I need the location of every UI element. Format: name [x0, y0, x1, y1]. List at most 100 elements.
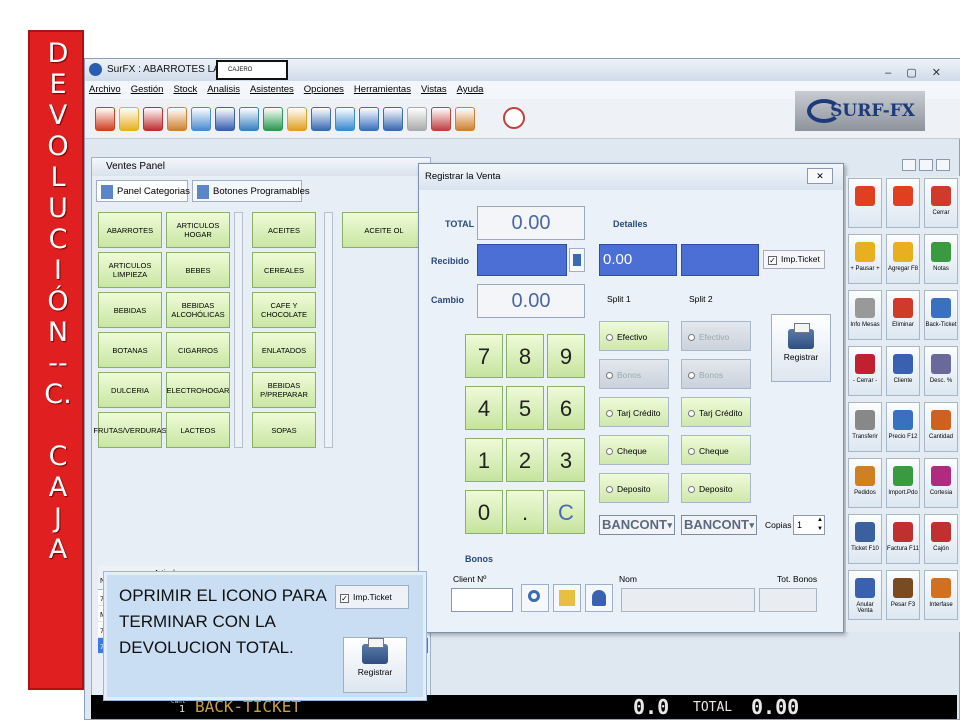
panel-button-close[interactable]: Cerrar — [924, 178, 958, 228]
panel-button-target[interactable]: - Cerrar - — [848, 346, 882, 396]
menu-item-opciones[interactable]: Opciones — [304, 84, 344, 95]
category-scrollbar[interactable] — [234, 212, 243, 448]
keypad-key[interactable]: 2 — [506, 438, 544, 482]
recibido-input[interactable] — [477, 244, 567, 276]
calculator-button[interactable] — [569, 248, 585, 272]
category-button[interactable]: CAFE Y CHOCOLATE — [252, 292, 316, 328]
panel-button-invoice[interactable]: Factura F11 — [886, 514, 920, 564]
toolbar-button-14[interactable] — [431, 107, 451, 131]
menu-item-vistas[interactable]: Vistas — [421, 84, 447, 95]
keypad-key[interactable]: 7 — [465, 334, 503, 378]
search-client-button[interactable] — [521, 584, 549, 612]
payment-option-tarjcrdito[interactable]: Tarj Crédito — [599, 397, 669, 427]
panel-button-notes[interactable]: Notas — [924, 234, 958, 284]
menu-item-analisis[interactable]: Analisis — [207, 84, 240, 95]
toolbar-button-15[interactable] — [455, 107, 475, 131]
panel-button-gift[interactable]: Cortesia — [924, 458, 958, 508]
panel-button-transfer[interactable]: Transferir — [848, 402, 882, 452]
category-button[interactable]: ELECTROHOGAR — [166, 372, 230, 408]
panel-button-interface[interactable]: Interfase — [924, 570, 958, 620]
category-button[interactable]: BEBIDAS — [98, 292, 162, 328]
payment-option-efectivo[interactable]: Efectivo — [599, 321, 669, 351]
keypad-key[interactable]: 1 — [465, 438, 503, 482]
registrar-button[interactable]: Registrar — [771, 314, 831, 382]
category-button[interactable]: BEBES — [166, 252, 230, 288]
category-button[interactable]: DULCERIA — [98, 372, 162, 408]
toolbar-clock-button[interactable] — [503, 107, 525, 129]
category-button[interactable]: ARTICULOS LIMPIEZA — [98, 252, 162, 288]
panel-button-import[interactable]: Import.Pdo — [886, 458, 920, 508]
category-scrollbar[interactable] — [324, 212, 333, 448]
category-button[interactable]: ENLATADOS — [252, 332, 316, 368]
toolbar-button-2[interactable] — [143, 107, 163, 131]
category-button[interactable]: BEBIDAS P/PREPARAR — [252, 372, 316, 408]
dialog-close-button[interactable]: ✕ — [807, 168, 833, 184]
category-button[interactable]: SOPAS — [252, 412, 316, 448]
toolbar-button-8[interactable] — [287, 107, 307, 131]
payment-option-bonos[interactable]: Bonos — [681, 359, 751, 389]
panel-button-drawer[interactable]: Cajón — [924, 514, 958, 564]
payment-option-tarjcrdito[interactable]: Tarj Crédito — [681, 397, 751, 427]
keypad-key[interactable]: 8 — [506, 334, 544, 378]
panel-button-percent[interactable]: Desc. % — [924, 346, 958, 396]
toolbar-button-7[interactable] — [263, 107, 283, 131]
toolbar-button-1[interactable] — [119, 107, 139, 131]
category-button[interactable]: ARTICULOS HOGAR — [166, 212, 230, 248]
toolbar-button-11[interactable] — [359, 107, 379, 131]
panel-button-client[interactable]: Cliente — [886, 346, 920, 396]
client-button[interactable] — [585, 584, 613, 612]
keypad-key[interactable]: 9 — [547, 334, 585, 378]
menu-item-ayuda[interactable]: Ayuda — [457, 84, 484, 95]
category-button[interactable]: ABARROTES — [98, 212, 162, 248]
menu-item-asistentes[interactable]: Asistentes — [250, 84, 294, 95]
detalle-split2-input[interactable] — [681, 244, 759, 276]
panel-button-info[interactable]: Info Mesas — [848, 290, 882, 340]
category-button[interactable]: BOTANAS — [98, 332, 162, 368]
toolbar-button-9[interactable] — [311, 107, 331, 131]
tab-panel-categorias[interactable]: Panel Categorias — [96, 180, 190, 202]
category-button[interactable]: FRUTAS/VERDURAS — [93, 412, 167, 448]
keypad-key[interactable]: 4 — [465, 386, 503, 430]
panel-button-up-arrow[interactable] — [848, 178, 882, 228]
panel-button-down-arrow[interactable] — [886, 178, 920, 228]
imp-ticket-checkbox[interactable]: ✓ Imp.Ticket — [763, 250, 825, 269]
panel-button-add[interactable]: Agregar F8 — [886, 234, 920, 284]
toolbar-button-3[interactable] — [167, 107, 187, 131]
edit-client-button[interactable] — [553, 584, 581, 612]
panel-button-quantity[interactable]: Cantidad — [924, 402, 958, 452]
menu-item-stock[interactable]: Stock — [173, 84, 197, 95]
toolbar-button-12[interactable] — [383, 107, 403, 131]
client-input[interactable] — [451, 588, 513, 612]
panel-button-delete[interactable]: Eliminar — [886, 290, 920, 340]
keypad-key[interactable]: C — [547, 490, 585, 534]
category-button[interactable]: LACTEOS — [166, 412, 230, 448]
bank-select-2[interactable]: BANCONT ▾ — [681, 515, 757, 535]
keypad-key[interactable]: . — [506, 490, 544, 534]
toolbar-button-10[interactable] — [335, 107, 355, 131]
category-button[interactable]: ACEITES — [252, 212, 316, 248]
panel-button-pause[interactable]: + Pausar + — [848, 234, 882, 284]
toolbar-button-4[interactable] — [191, 107, 211, 131]
panel-button-back[interactable]: Back-Ticket — [924, 290, 958, 340]
toolbar-button-5[interactable] — [215, 107, 235, 131]
payment-option-bonos[interactable]: Bonos — [599, 359, 669, 389]
payment-option-deposito[interactable]: Deposito — [599, 473, 669, 503]
toolbar-button-6[interactable] — [239, 107, 259, 131]
menu-item-herramientas[interactable]: Herramientas — [354, 84, 411, 95]
panel-button-orders[interactable]: Pedidos — [848, 458, 882, 508]
bank-select-1[interactable]: BANCONT ▾ — [599, 515, 675, 535]
category-button[interactable]: ACEITE OL — [342, 212, 426, 248]
copias-stepper[interactable]: 1 ▲ ▼ — [793, 515, 825, 535]
category-button[interactable]: CEREALES — [252, 252, 316, 288]
panel-button-undo[interactable]: Anular Venta — [848, 570, 882, 620]
toolbar-button-0[interactable] — [95, 107, 115, 131]
detalle-split1-input[interactable]: 0.00 — [599, 244, 677, 276]
payment-option-deposito[interactable]: Deposito — [681, 473, 751, 503]
tab-botones-programables[interactable]: Botones Programables — [192, 180, 310, 202]
toolbar-button-13[interactable] — [407, 107, 427, 131]
payment-option-efectivo[interactable]: Efectivo — [681, 321, 751, 351]
stepper-arrows-icon[interactable]: ▲ ▼ — [817, 516, 823, 534]
menu-item-archivo[interactable]: Archivo — [89, 84, 121, 95]
category-button[interactable]: CIGARROS — [166, 332, 230, 368]
panel-window-controls[interactable] — [902, 158, 958, 174]
